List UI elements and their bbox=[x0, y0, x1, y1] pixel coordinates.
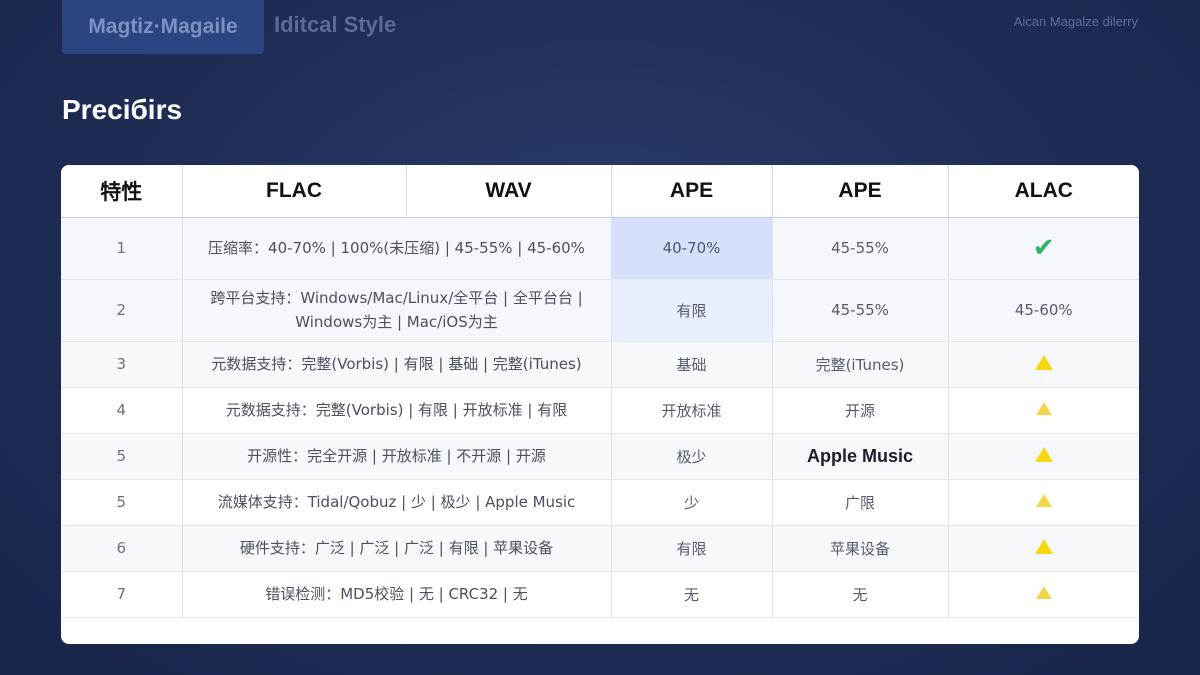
alac-cell bbox=[948, 571, 1139, 618]
ape2-cell: 无 bbox=[772, 571, 949, 618]
ape-cell: 开放标准 bbox=[611, 387, 773, 434]
ape2-cell: 开源 bbox=[772, 387, 949, 434]
ape2-cell: 45-55% bbox=[772, 279, 949, 342]
feature-cell: 元数据支持：完整(Vorbis) | 有限 | 开放标准 | 有限 bbox=[182, 387, 612, 434]
tab-active[interactable]: Magtiz·Magaile bbox=[62, 0, 264, 54]
table-row: 5 流媒体支持：Tidal/Qobuz | 少 | 极少 | Apple Mus… bbox=[61, 479, 1139, 526]
feature-cell: 流媒体支持：Tidal/Qobuz | 少 | 极少 | Apple Music bbox=[182, 479, 612, 526]
row-number: 1 bbox=[61, 217, 183, 280]
table-row: 7 错误检测：MD5校验 | 无 | CRC32 | 无 无 无 bbox=[61, 571, 1139, 618]
feature-cell: 开源性：完全开源 | 开放标准 | 不开源 | 开源 bbox=[182, 433, 612, 480]
alac-cell bbox=[948, 341, 1139, 388]
warning-triangle-icon bbox=[1034, 446, 1053, 462]
feature-cell: 硬件支持：广泛 | 广泛 | 广泛 | 有限 | 苹果设备 bbox=[182, 525, 612, 572]
alac-cell bbox=[948, 479, 1139, 526]
row-number: 3 bbox=[61, 341, 183, 388]
page-title: Preciбirs bbox=[62, 94, 183, 125]
ape2-cell: 苹果设备 bbox=[772, 525, 949, 572]
alac-cell bbox=[948, 387, 1139, 434]
row-number: 5 bbox=[61, 479, 183, 526]
ape-cell: 有限 bbox=[611, 525, 773, 572]
warning-triangle-icon bbox=[1035, 494, 1052, 507]
ape-cell: 有限 bbox=[611, 279, 773, 342]
feature-cell: 跨平台支持：Windows/Mac/Linux/全平台 | 全平台台 | Win… bbox=[182, 279, 612, 342]
ape2-cell: 完整(iTunes) bbox=[772, 341, 949, 388]
header-ape: APE bbox=[611, 165, 773, 218]
warning-triangle-icon bbox=[1035, 402, 1052, 415]
row-number: 6 bbox=[61, 525, 183, 572]
comparison-table: 特性 FLAC WAV APE APE ALAC 1 压缩率：40-70% | … bbox=[61, 165, 1139, 618]
table-header-row: 特性 FLAC WAV APE APE ALAC bbox=[61, 165, 1139, 218]
alac-cell: ✔ bbox=[948, 217, 1139, 280]
header-flac: FLAC bbox=[182, 165, 407, 218]
table-row: 3 元数据支持：完整(Vorbis) | 有限 | 基础 | 完整(iTunes… bbox=[61, 341, 1139, 388]
feature-cell: 元数据支持：完整(Vorbis) | 有限 | 基础 | 完整(iTunes) bbox=[182, 341, 612, 388]
ape-cell: 无 bbox=[611, 571, 773, 618]
table-row: 5 开源性：完全开源 | 开放标准 | 不开源 | 开源 极少 Apple Mu… bbox=[61, 433, 1139, 480]
header-alac: ALAC bbox=[948, 165, 1139, 218]
comparison-card: 特性 FLAC WAV APE APE ALAC 1 压缩率：40-70% | … bbox=[61, 165, 1139, 644]
table-row: 4 元数据支持：完整(Vorbis) | 有限 | 开放标准 | 有限 开放标准… bbox=[61, 387, 1139, 434]
feature-cell: 压缩率：40-70% | 100%(未压缩) | 45-55% | 45-60% bbox=[182, 217, 612, 280]
header-wav: WAV bbox=[406, 165, 612, 218]
warning-triangle-icon bbox=[1035, 586, 1052, 599]
ape-cell: 40-70% bbox=[611, 217, 773, 280]
warning-triangle-icon bbox=[1034, 354, 1053, 370]
feature-cell: 错误检测：MD5校验 | 无 | CRC32 | 无 bbox=[182, 571, 612, 618]
row-number: 5 bbox=[61, 433, 183, 480]
row-number: 4 bbox=[61, 387, 183, 434]
alac-cell: 45-60% bbox=[948, 279, 1139, 342]
alac-cell bbox=[948, 433, 1139, 480]
table-row: 2 跨平台支持：Windows/Mac/Linux/全平台 | 全平台台 | W… bbox=[61, 279, 1139, 342]
row-number: 2 bbox=[61, 279, 183, 342]
check-icon: ✔ bbox=[1032, 233, 1055, 263]
row-number: 7 bbox=[61, 571, 183, 618]
ape2-cell: 广限 bbox=[772, 479, 949, 526]
ape-cell: 基础 bbox=[611, 341, 773, 388]
ape2-cell: 45-55% bbox=[772, 217, 949, 280]
warning-triangle-icon bbox=[1034, 538, 1053, 554]
ape-cell: 少 bbox=[611, 479, 773, 526]
header-feature: 特性 bbox=[61, 165, 183, 218]
ape-cell: 极少 bbox=[611, 433, 773, 480]
table-row: 1 压缩率：40-70% | 100%(未压缩) | 45-55% | 45-6… bbox=[61, 217, 1139, 280]
header-ape-2: APE bbox=[772, 165, 949, 218]
top-bar: Magtiz·Magaile Iditcal Style Aican Magal… bbox=[0, 0, 1200, 56]
topbar-right-label: Aican Magalze dilerry bbox=[1013, 14, 1138, 29]
tab-style[interactable]: Iditcal Style bbox=[274, 12, 396, 42]
table-row: 6 硬件支持：广泛 | 广泛 | 广泛 | 有限 | 苹果设备 有限 苹果设备 bbox=[61, 525, 1139, 572]
alac-cell bbox=[948, 525, 1139, 572]
ape2-cell: Apple Music bbox=[772, 433, 949, 480]
